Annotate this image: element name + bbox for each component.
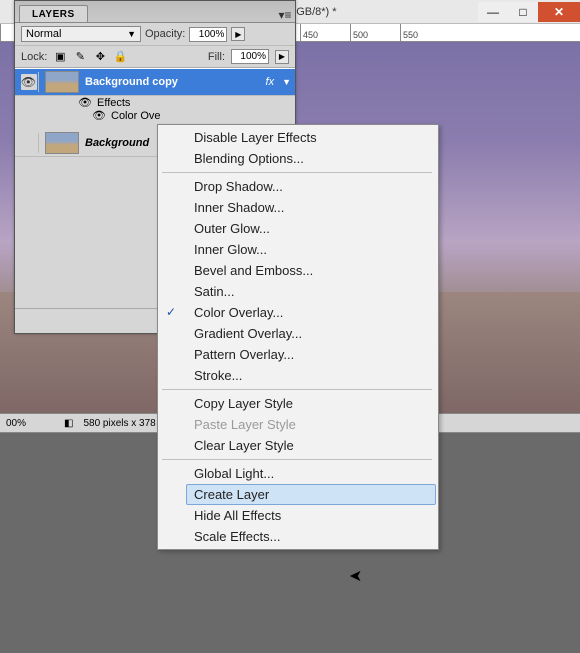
opacity-input[interactable]: 100%: [189, 27, 227, 42]
menu-pattern-overlay[interactable]: Pattern Overlay...: [186, 344, 436, 365]
menu-bevel-emboss[interactable]: Bevel and Emboss...: [186, 260, 436, 281]
panel-menu-button[interactable]: ▾≡: [275, 8, 295, 22]
layer-name[interactable]: Background copy: [85, 76, 258, 88]
lock-position-icon[interactable]: ✥: [93, 50, 107, 64]
fill-input[interactable]: 100%: [231, 49, 269, 64]
lock-pixels-icon[interactable]: ✎: [73, 50, 87, 64]
fill-scrubber[interactable]: ▶: [275, 50, 289, 64]
effects-row[interactable]: 👁 Effects: [15, 96, 295, 109]
menu-create-layer[interactable]: Create Layer: [186, 484, 436, 505]
doc-info-icon[interactable]: ◧: [64, 418, 73, 429]
layer-thumbnail[interactable]: [45, 71, 79, 93]
cursor-icon: ➤: [349, 566, 362, 586]
fx-badge[interactable]: fx: [264, 76, 277, 88]
color-overlay-row[interactable]: 👁 Color Ove: [15, 109, 295, 122]
lock-transparency-icon[interactable]: ▣: [53, 50, 67, 64]
menu-hide-all-effects[interactable]: Hide All Effects: [186, 505, 436, 526]
menu-color-overlay[interactable]: ✓Color Overlay...: [186, 302, 436, 323]
panel-tab-row: LAYERS ▾≡: [15, 1, 295, 23]
blend-mode-value: Normal: [26, 28, 61, 40]
menu-inner-shadow[interactable]: Inner Shadow...: [186, 197, 436, 218]
chevron-down-icon: ▼: [127, 29, 136, 39]
check-icon: ✓: [166, 305, 176, 319]
menu-disable-layer-effects[interactable]: Disable Layer Effects: [186, 127, 436, 148]
lock-fill-row: Lock: ▣ ✎ ✥ 🔒 Fill: 100% ▶: [15, 46, 295, 68]
minimize-button[interactable]: ―: [478, 2, 508, 22]
menu-inner-glow[interactable]: Inner Glow...: [186, 239, 436, 260]
blend-opacity-row: Normal ▼ Opacity: 100% ▶: [15, 23, 295, 46]
layer-style-context-menu: Disable Layer Effects Blending Options..…: [157, 124, 439, 550]
menu-clear-layer-style[interactable]: Clear Layer Style: [186, 435, 436, 456]
effects-label: Effects: [97, 97, 130, 109]
menu-separator: [162, 172, 432, 173]
lock-icons: ▣ ✎ ✥ 🔒: [53, 50, 127, 64]
lock-label: Lock:: [21, 51, 47, 63]
opacity-scrubber[interactable]: ▶: [231, 27, 245, 41]
layer-thumbnail[interactable]: [45, 132, 79, 154]
color-overlay-label: Color Ove: [111, 110, 161, 122]
menu-satin[interactable]: Satin...: [186, 281, 436, 302]
visibility-toggle[interactable]: 👁: [21, 74, 37, 90]
menu-blending-options[interactable]: Blending Options...: [186, 148, 436, 169]
menu-separator: [162, 389, 432, 390]
tab-layers[interactable]: LAYERS: [19, 5, 88, 22]
menu-stroke[interactable]: Stroke...: [186, 365, 436, 386]
menu-paste-layer-style: Paste Layer Style: [186, 414, 436, 435]
layer-item-selected[interactable]: 👁 Background copy fx ▼: [15, 69, 295, 96]
menu-global-light[interactable]: Global Light...: [186, 463, 436, 484]
menu-gradient-overlay[interactable]: Gradient Overlay...: [186, 323, 436, 344]
menu-copy-layer-style[interactable]: Copy Layer Style: [186, 393, 436, 414]
menu-scale-effects[interactable]: Scale Effects...: [186, 526, 436, 547]
visibility-toggle[interactable]: 👁: [77, 96, 93, 109]
maximize-button[interactable]: □: [508, 2, 538, 22]
opacity-label: Opacity:: [145, 28, 185, 40]
lock-all-icon[interactable]: 🔒: [113, 50, 127, 64]
menu-outer-glow[interactable]: Outer Glow...: [186, 218, 436, 239]
menu-separator: [162, 459, 432, 460]
close-button[interactable]: ✕: [538, 2, 580, 22]
fill-label: Fill:: [208, 51, 225, 63]
blend-mode-select[interactable]: Normal ▼: [21, 26, 141, 42]
visibility-toggle[interactable]: [21, 135, 37, 151]
zoom-level[interactable]: 00%: [6, 418, 54, 429]
visibility-toggle[interactable]: 👁: [91, 109, 107, 122]
chevron-down-icon[interactable]: ▼: [282, 77, 291, 87]
menu-drop-shadow[interactable]: Drop Shadow...: [186, 176, 436, 197]
